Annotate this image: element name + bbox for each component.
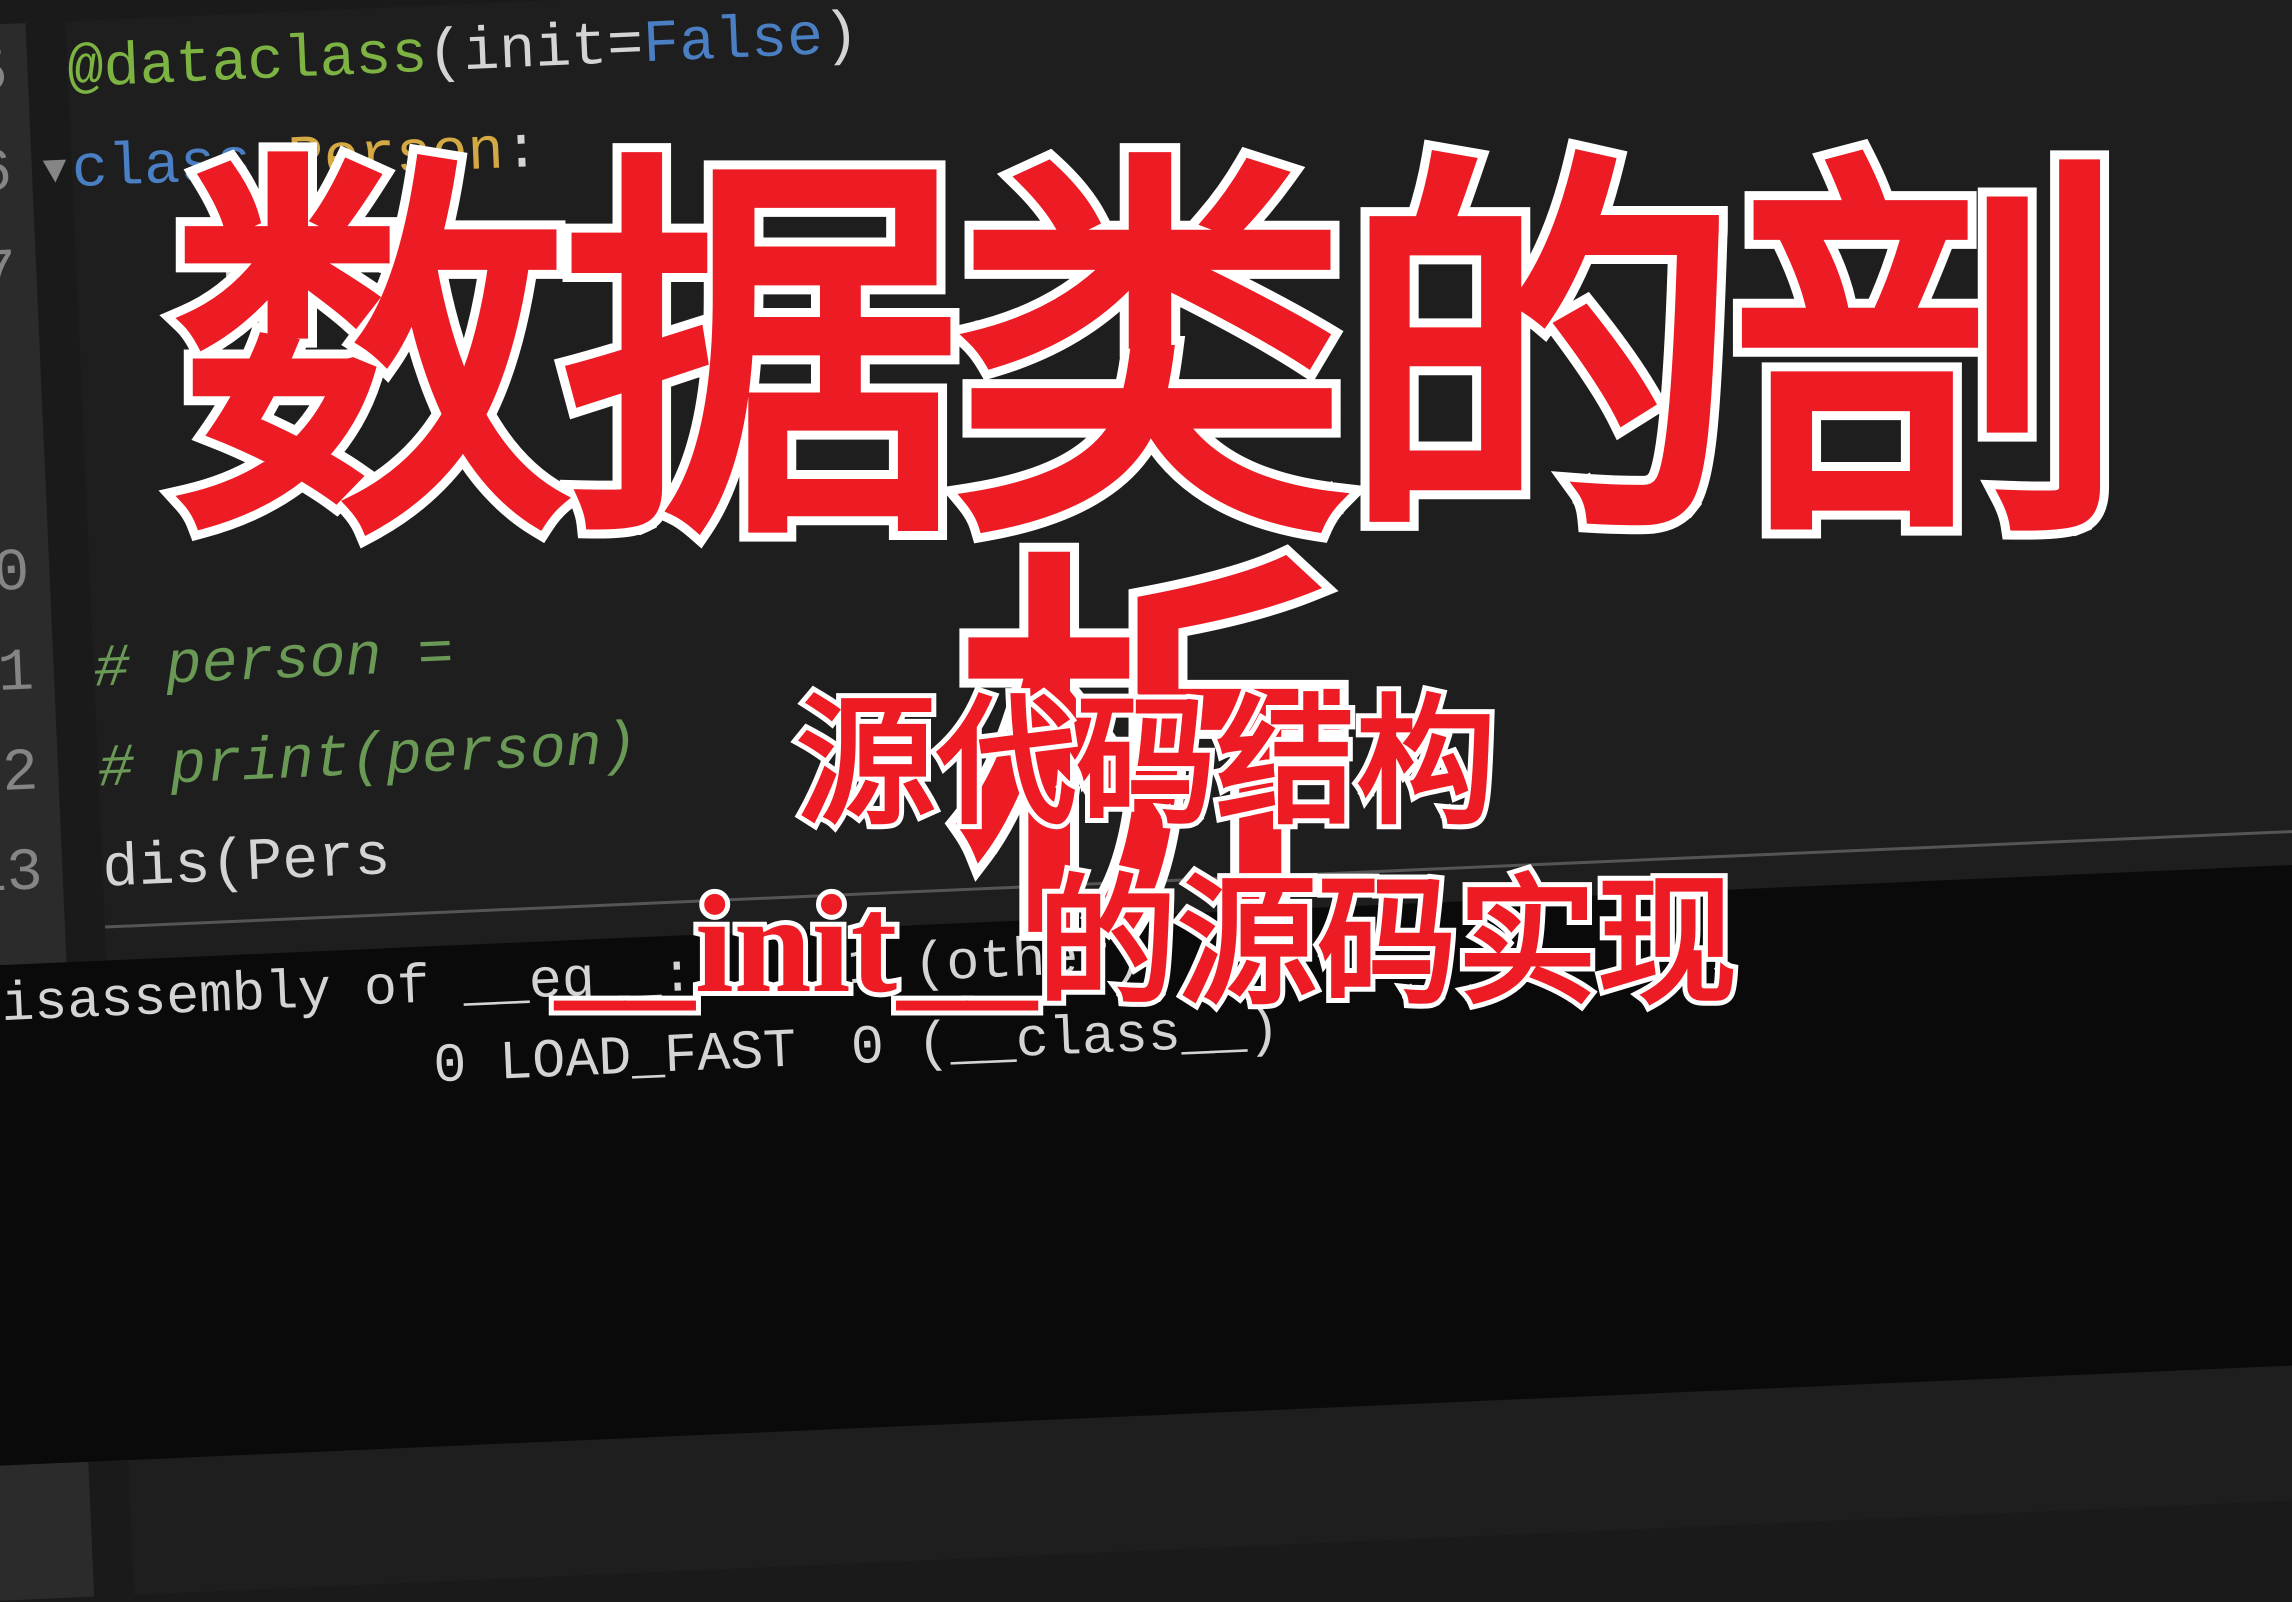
param-token: init [462, 14, 609, 88]
punct-token: ( [426, 20, 465, 90]
decorator-token: @dataclass [66, 22, 429, 106]
line-number: 5 [0, 23, 30, 128]
video-subtitle-overlay: 源代码结构 [0, 650, 2292, 852]
value-token: False [642, 4, 825, 80]
video-subtitle-overlay: __init__的源码实现 [0, 830, 2292, 1032]
punct-token: ) [822, 3, 861, 73]
punct-token: = [606, 12, 645, 82]
